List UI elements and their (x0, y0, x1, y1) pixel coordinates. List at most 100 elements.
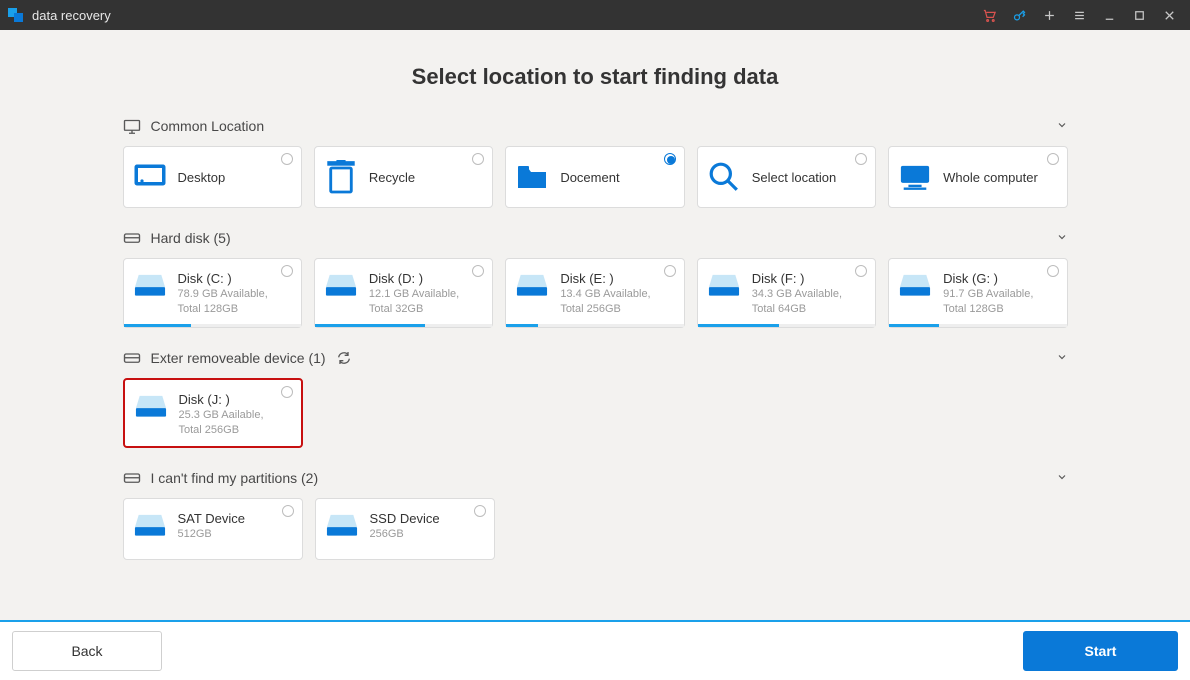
close-icon[interactable] (1154, 0, 1184, 30)
common-row: Desktop Recycle Docement Select location (123, 146, 1068, 208)
card-recycle[interactable]: Recycle (314, 146, 493, 208)
titlebar: data recovery (0, 0, 1190, 30)
disk-meta: 34.3 GB Available, (752, 287, 842, 301)
disk-meta: 91.7 GB Available, (943, 287, 1033, 301)
radio-icon (281, 386, 293, 398)
content: Common Location Desktop Recycle Docement (123, 118, 1068, 560)
back-button[interactable]: Back (12, 631, 162, 671)
card-desktop[interactable]: Desktop (123, 146, 302, 208)
usage-bar (698, 324, 875, 327)
radio-icon (472, 265, 484, 277)
app-logo-icon (8, 7, 24, 23)
removable-row: Disk (J: ) 25.3 GB Aailable, Total 256GB (123, 378, 1068, 448)
radio-icon (664, 153, 676, 165)
disk-outline-icon (123, 351, 141, 365)
card-disk-g[interactable]: Disk (G: ) 91.7 GB Available, Total 128G… (888, 258, 1067, 328)
card-label: Whole computer (943, 170, 1038, 185)
chevron-down-icon[interactable] (1056, 470, 1068, 486)
card-disk-d[interactable]: Disk (D: ) 12.1 GB Available, Total 32GB (314, 258, 493, 328)
disk-meta: Total 256GB (560, 302, 650, 316)
card-disk-f[interactable]: Disk (F: ) 34.3 GB Available, Total 64GB (697, 258, 876, 328)
drive-icon (134, 511, 166, 539)
card-sat-device[interactable]: SAT Device 512GB (123, 498, 303, 560)
section-label: I can't find my partitions (2) (151, 470, 319, 486)
section-label: Hard disk (5) (151, 230, 231, 246)
search-icon (708, 163, 740, 191)
card-disk-c[interactable]: Disk (C: ) 78.9 GB Available, Total 128G… (123, 258, 302, 328)
hard-disk-row: Disk (C: ) 78.9 GB Available, Total 128G… (123, 258, 1068, 328)
app-title: data recovery (32, 8, 111, 23)
section-header-hard-disk[interactable]: Hard disk (5) (123, 230, 1068, 246)
radio-icon (664, 265, 676, 277)
card-label: Select location (752, 170, 837, 185)
page-title: Select location to start finding data (0, 64, 1190, 90)
card-select-location[interactable]: Select location (697, 146, 876, 208)
card-disk-e[interactable]: Disk (E: ) 13.4 GB Available, Total 256G… (505, 258, 684, 328)
radio-icon (282, 505, 294, 517)
disk-meta: 13.4 GB Available, (560, 287, 650, 301)
trash-icon (325, 163, 357, 191)
usage-bar (889, 324, 1066, 327)
drive-icon (899, 271, 931, 299)
radio-icon (281, 153, 293, 165)
section-header-lost[interactable]: I can't find my partitions (2) (123, 470, 1068, 486)
section-header-removable[interactable]: Exter removeable device (1) (123, 350, 1068, 366)
desktop-icon (134, 163, 166, 191)
drive-icon (325, 271, 357, 299)
menu-icon[interactable] (1064, 0, 1094, 30)
radio-icon (855, 153, 867, 165)
device-name: SAT Device (178, 511, 245, 526)
maximize-icon[interactable] (1124, 0, 1154, 30)
chevron-down-icon[interactable] (1056, 350, 1068, 366)
radio-icon (855, 265, 867, 277)
device-name: SSD Device (370, 511, 440, 526)
chevron-down-icon[interactable] (1056, 118, 1068, 134)
computer-icon (899, 163, 931, 191)
section-header-common[interactable]: Common Location (123, 118, 1068, 134)
disk-outline-icon (123, 471, 141, 485)
card-label: Desktop (178, 170, 226, 185)
disk-meta: 25.3 GB Aailable, (179, 408, 264, 422)
radio-icon (472, 153, 484, 165)
key-icon[interactable] (1004, 0, 1034, 30)
disk-name: Disk (C: ) (178, 271, 268, 286)
section-label: Common Location (151, 118, 265, 134)
monitor-outline-icon (123, 119, 141, 133)
usage-bar (506, 324, 683, 327)
disk-meta: Total 32GB (369, 302, 459, 316)
disk-meta: Total 128GB (943, 302, 1033, 316)
drive-icon (135, 392, 167, 420)
card-whole-computer[interactable]: Whole computer (888, 146, 1067, 208)
disk-name: Disk (E: ) (560, 271, 650, 286)
drive-icon (708, 271, 740, 299)
chevron-down-icon[interactable] (1056, 230, 1068, 246)
radio-icon (281, 265, 293, 277)
card-label: Recycle (369, 170, 415, 185)
cart-icon[interactable] (974, 0, 1004, 30)
disk-meta: 12.1 GB Available, (369, 287, 459, 301)
plus-icon[interactable] (1034, 0, 1064, 30)
disk-name: Disk (F: ) (752, 271, 842, 286)
folder-icon (516, 163, 548, 191)
card-disk-j[interactable]: Disk (J: ) 25.3 GB Aailable, Total 256GB (123, 378, 303, 448)
card-ssd-device[interactable]: SSD Device 256GB (315, 498, 495, 560)
disk-outline-icon (123, 231, 141, 245)
lost-row: SAT Device 512GB SSD Device 256GB (123, 498, 1068, 560)
disk-meta: Total 128GB (178, 302, 268, 316)
device-meta: 256GB (370, 527, 440, 541)
disk-name: Disk (J: ) (179, 392, 264, 407)
disk-name: Disk (G: ) (943, 271, 1033, 286)
disk-name: Disk (D: ) (369, 271, 459, 286)
usage-bar (124, 324, 301, 327)
radio-icon (474, 505, 486, 517)
disk-meta: Total 64GB (752, 302, 842, 316)
radio-icon (1047, 265, 1059, 277)
usage-bar (315, 324, 492, 327)
minimize-icon[interactable] (1094, 0, 1124, 30)
drive-icon (326, 511, 358, 539)
refresh-icon[interactable] (336, 350, 352, 366)
drive-icon (516, 271, 548, 299)
start-button[interactable]: Start (1023, 631, 1178, 671)
card-document[interactable]: Docement (505, 146, 684, 208)
section-label: Exter removeable device (1) (151, 350, 326, 366)
